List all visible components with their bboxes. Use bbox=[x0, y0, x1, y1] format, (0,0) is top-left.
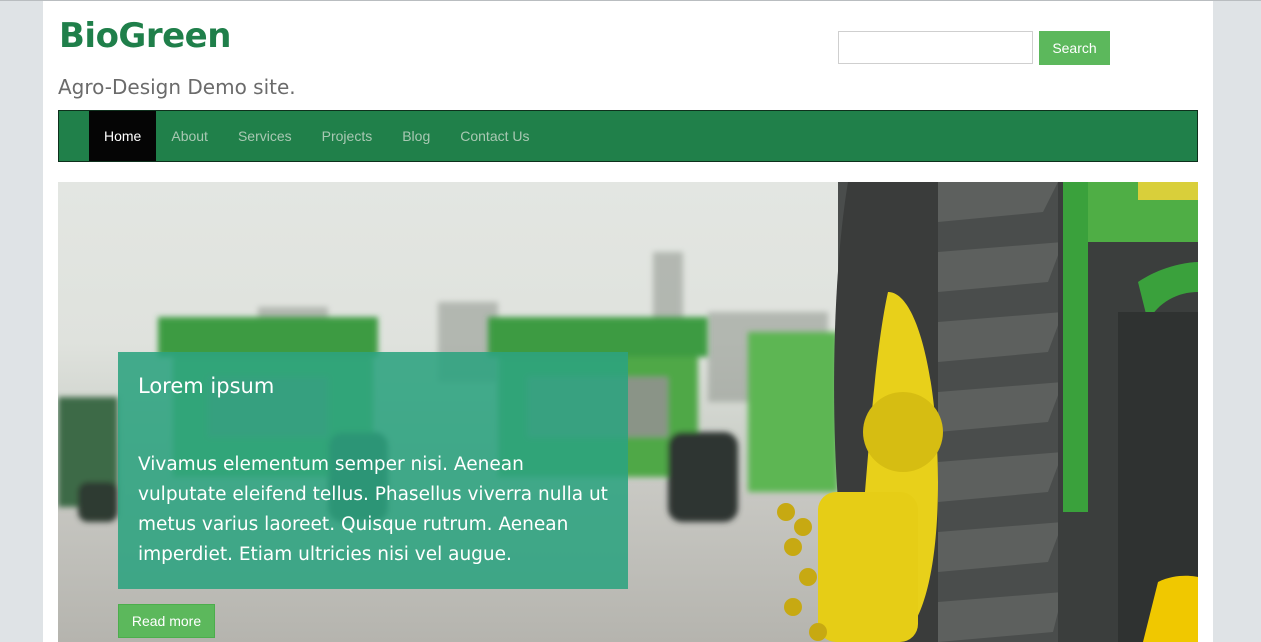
read-more-button[interactable]: Read more bbox=[118, 604, 215, 638]
site-tagline: Agro-Design Demo site. bbox=[58, 75, 296, 99]
slide-caption: Lorem ipsum Vivamus elementum semper nis… bbox=[118, 352, 628, 589]
caption-title: Lorem ipsum bbox=[138, 374, 275, 398]
search-button[interactable]: Search bbox=[1039, 31, 1110, 65]
search-input[interactable] bbox=[838, 31, 1033, 64]
nav-item-about[interactable]: About bbox=[156, 111, 223, 161]
nav-item-contact-us[interactable]: Contact Us bbox=[445, 111, 544, 161]
nav-item-services[interactable]: Services bbox=[223, 111, 307, 161]
nav-item-home[interactable]: Home bbox=[89, 111, 157, 161]
page-container: BioGreen Agro-Design Demo site. Search H… bbox=[43, 1, 1213, 642]
nav-item-projects[interactable]: Projects bbox=[307, 111, 388, 161]
main-nav: Home About Services Projects Blog Contac… bbox=[58, 110, 1198, 162]
hero-slider: Lorem ipsum Vivamus elementum semper nis… bbox=[58, 182, 1198, 642]
caption-text: Vivamus elementum semper nisi. Aenean vu… bbox=[138, 454, 608, 565]
nav-item-blog[interactable]: Blog bbox=[387, 111, 445, 161]
site-title[interactable]: BioGreen bbox=[59, 19, 231, 53]
